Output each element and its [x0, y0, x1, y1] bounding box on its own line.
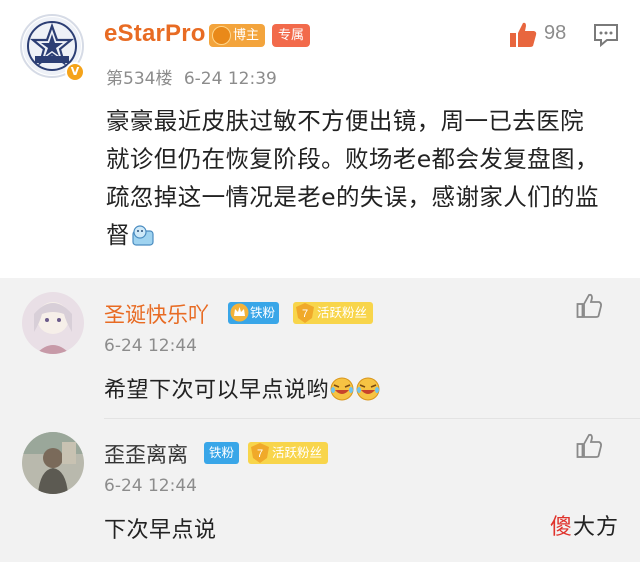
- svg-text:7: 7: [302, 308, 308, 320]
- post-meta: 第534楼 6-24 12:39: [106, 64, 277, 89]
- reply-divider: [104, 418, 640, 419]
- comment-icon[interactable]: [593, 23, 619, 47]
- verified-icon: V: [65, 62, 85, 82]
- fan-badge[interactable]: 铁粉: [204, 442, 240, 464]
- thumbs-up-icon[interactable]: [575, 292, 603, 320]
- reply-time: 6-24 12:44: [104, 336, 197, 356]
- avatar[interactable]: [22, 432, 84, 494]
- anime-avatar-icon: [22, 292, 84, 354]
- ice-emoji-icon: [132, 225, 154, 246]
- level-shield-icon: 7: [251, 443, 269, 463]
- fan-badge[interactable]: 铁粉: [228, 302, 280, 324]
- crown-icon: [230, 303, 249, 322]
- author-name[interactable]: eStarPro: [104, 20, 206, 48]
- svg-text:7: 7: [257, 448, 263, 460]
- medal-icon: [212, 26, 231, 45]
- active-fan-badge[interactable]: 7 活跃粉丝: [248, 442, 329, 464]
- photo-avatar-icon: [22, 432, 84, 494]
- exclusive-badge[interactable]: 专属: [272, 24, 311, 47]
- post-body: 豪豪最近皮肤过敏不方便出镜，周一已去医院就诊但仍在恢复阶段。败场老e都会发复盘图…: [106, 107, 599, 249]
- floor-number: 第534楼: [106, 69, 173, 89]
- post-datetime: 6-24 12:39: [183, 69, 277, 89]
- thumbs-up-icon[interactable]: [575, 432, 603, 460]
- rank-badge[interactable]: 博主: [209, 24, 266, 47]
- avatar[interactable]: [22, 292, 84, 354]
- laugh-cry-emoji-icon: [330, 377, 354, 401]
- laugh-cry-emoji-icon: [356, 377, 380, 401]
- reply-author[interactable]: 歪歪离离: [104, 439, 188, 469]
- active-fan-badge[interactable]: 7 活跃粉丝: [293, 302, 374, 324]
- reply-text: 下次早点说: [104, 518, 217, 543]
- reply-author[interactable]: 圣诞快乐吖: [104, 299, 209, 329]
- replies-section: 圣诞快乐吖 铁粉 7 活跃粉丝 6-24 12:44 希望下次可以早点说哟 歪歪…: [0, 278, 640, 562]
- watermark: 傻大方: [550, 515, 620, 540]
- reply-time: 6-24 12:44: [104, 476, 197, 496]
- thumbs-up-icon[interactable]: [508, 20, 538, 50]
- main-comment: V eStarPro 博主 专属 第534楼 6-24 12:39 98 豪豪最…: [0, 0, 640, 278]
- reply-text: 希望下次可以早点说哟: [104, 372, 381, 404]
- like-count: 98: [544, 22, 567, 44]
- level-shield-icon: 7: [296, 303, 314, 323]
